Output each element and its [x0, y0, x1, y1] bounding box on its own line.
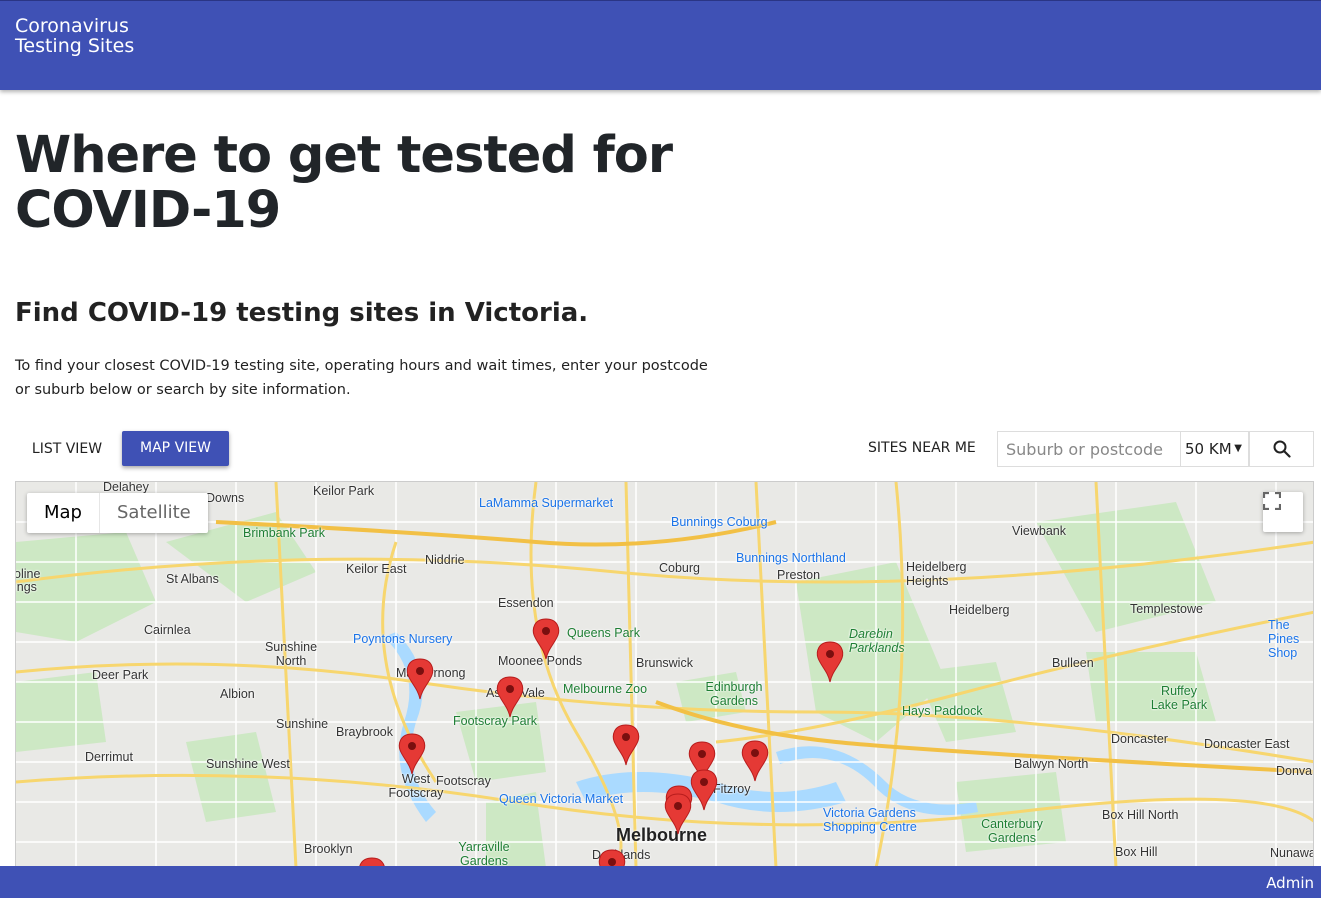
- map-type-satellite-button[interactable]: Satellite: [100, 493, 208, 533]
- top-navbar: Coronavirus Testing Sites: [0, 0, 1321, 90]
- site-marker[interactable]: [741, 740, 769, 782]
- site-marker[interactable]: [612, 724, 640, 766]
- site-marker[interactable]: [496, 676, 524, 718]
- site-marker[interactable]: [398, 733, 426, 775]
- site-marker[interactable]: [664, 793, 692, 835]
- map-type-control: Map Satellite: [27, 493, 208, 533]
- map-type-map-button[interactable]: Map: [27, 493, 100, 533]
- search-button[interactable]: [1249, 431, 1314, 467]
- site-marker[interactable]: [532, 618, 560, 660]
- site-marker[interactable]: [690, 769, 718, 811]
- list-view-button[interactable]: LIST VIEW: [18, 432, 116, 466]
- suburb-postcode-input[interactable]: [997, 431, 1180, 467]
- site-marker[interactable]: [816, 641, 844, 683]
- admin-link[interactable]: Admin: [1266, 874, 1314, 892]
- sites-near-me-label: SITES NEAR ME: [868, 440, 976, 456]
- map-container[interactable]: Delahey Downs Keilor Park LaMamma Superm…: [15, 481, 1314, 867]
- distance-select-value: 50 KM: [1185, 440, 1232, 458]
- testing-site-markers[interactable]: [16, 482, 1314, 867]
- distance-select[interactable]: 50 KM ▼: [1180, 431, 1249, 467]
- search-icon: [1273, 440, 1291, 458]
- site-marker[interactable]: [406, 658, 434, 700]
- intro-text: To find your closest COVID-19 testing si…: [15, 358, 708, 398]
- brand-title[interactable]: Coronavirus Testing Sites: [15, 16, 165, 56]
- page-title: Where to get tested for COVID-19: [15, 126, 673, 240]
- fullscreen-icon: [1263, 492, 1281, 510]
- page-subtitle: Find COVID-19 testing sites in Victoria.: [15, 298, 589, 328]
- footer-bar: Admin: [0, 866, 1321, 898]
- fullscreen-button[interactable]: [1263, 492, 1303, 532]
- site-marker[interactable]: [598, 849, 626, 867]
- map-view-button[interactable]: MAP VIEW: [122, 431, 229, 466]
- chevron-down-icon: ▼: [1234, 443, 1242, 454]
